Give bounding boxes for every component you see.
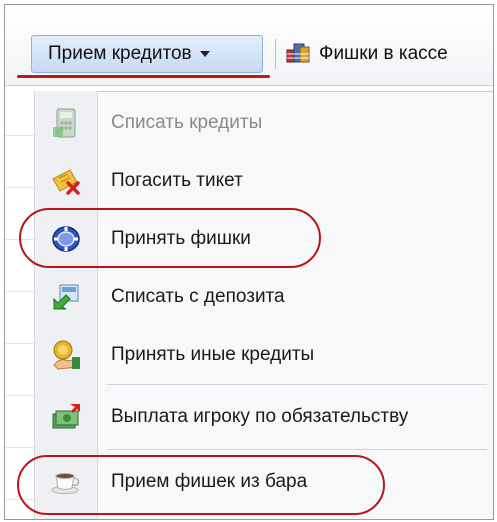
menu-item-player-payout[interactable]: Выплата игроку по обязательству <box>35 392 493 442</box>
credits-intake-label: Прием кредитов <box>48 43 192 64</box>
redeem-ticket-icon <box>35 156 97 206</box>
deposit-write-off-icon <box>35 272 97 322</box>
menu-separator <box>107 449 487 450</box>
window-frame: Прием кредитов Фишки в кассе Списать кре… <box>4 4 494 520</box>
money-payout-icon <box>35 392 97 442</box>
chips-in-cashdesk-button[interactable]: Фишки в кассе <box>285 35 493 73</box>
toolbar-separator <box>275 39 276 69</box>
menu-item-write-off-credits[interactable]: Списать кредиты <box>35 98 493 148</box>
credits-intake-dropdown-button[interactable]: Прием кредитов <box>31 35 263 73</box>
menu-item-label: Принять иные кредиты <box>111 344 315 365</box>
other-credits-icon <box>35 330 97 380</box>
menu-item-write-off-deposit[interactable]: Списать с депозита <box>35 272 493 322</box>
toolbar: Прием кредитов Фишки в кассе <box>5 5 493 86</box>
background-table-edge <box>5 91 35 519</box>
annotation-highlight-chips-from-bar <box>17 455 385 515</box>
menu-item-label: Списать с депозита <box>111 286 285 307</box>
menu-item-label: Выплата игроку по обязательству <box>111 406 409 427</box>
menu-separator <box>107 384 487 385</box>
annotation-highlight-accept-chips <box>19 208 321 268</box>
menu-item-accept-other-credits[interactable]: Принять иные кредиты <box>35 330 493 380</box>
annotation-underline <box>17 75 270 78</box>
menu-item-redeem-ticket[interactable]: Погасить тикет <box>35 156 493 206</box>
chevron-down-icon <box>199 51 210 57</box>
chips-in-cashdesk-label: Фишки в кассе <box>319 43 448 64</box>
write-off-credits-icon <box>35 98 97 148</box>
chips-stack-icon <box>285 38 311 70</box>
menu-item-label: Списать кредиты <box>111 112 263 133</box>
menu-item-label: Погасить тикет <box>111 170 243 191</box>
